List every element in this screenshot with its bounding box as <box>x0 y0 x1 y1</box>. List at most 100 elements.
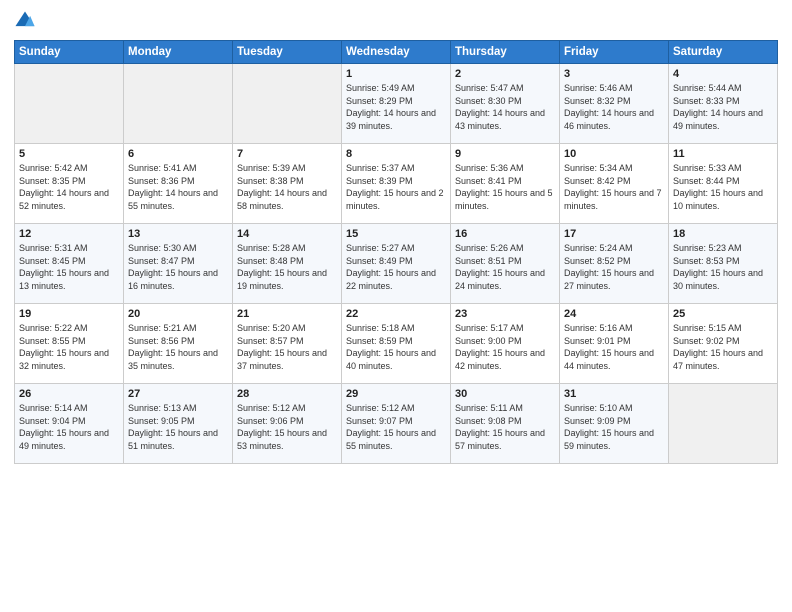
calendar-table: SundayMondayTuesdayWednesdayThursdayFrid… <box>14 40 778 464</box>
calendar-cell: 19 Sunrise: 5:22 AMSunset: 8:55 PMDayligh… <box>15 304 124 384</box>
day-number: 24 <box>564 308 664 320</box>
day-number: 2 <box>455 68 555 80</box>
day-number: 14 <box>237 228 337 240</box>
day-info: Sunrise: 5:23 AMSunset: 8:53 PMDaylight:… <box>673 242 773 292</box>
calendar-cell: 7 Sunrise: 5:39 AMSunset: 8:38 PMDaylight… <box>233 144 342 224</box>
calendar-cell: 26Sunrise: 5:14 AMSunset: 9:04 PMDayligh… <box>15 384 124 464</box>
calendar-cell: 2 Sunrise: 5:47 AMSunset: 8:30 PMDaylight… <box>451 64 560 144</box>
day-number: 13 <box>128 228 228 240</box>
week-row: 26Sunrise: 5:14 AMSunset: 9:04 PMDayligh… <box>15 384 778 464</box>
calendar-cell: 6Sunrise: 5:41 AMSunset: 8:36 PMDaylight… <box>124 144 233 224</box>
day-number: 5 <box>19 148 119 160</box>
day-info: Sunrise: 5:27 AMSunset: 8:49 PMDaylight:… <box>346 242 446 292</box>
day-number: 4 <box>673 68 773 80</box>
calendar-cell: 15 Sunrise: 5:27 AMSunset: 8:49 PMDayligh… <box>342 224 451 304</box>
calendar-cell: 1 Sunrise: 5:49 AMSunset: 8:29 PMDaylight… <box>342 64 451 144</box>
calendar-cell <box>15 64 124 144</box>
calendar-cell: 30 Sunrise: 5:11 AMSunset: 9:08 PMDayligh… <box>451 384 560 464</box>
week-row: 5Sunrise: 5:42 AMSunset: 8:35 PMDaylight… <box>15 144 778 224</box>
day-number: 30 <box>455 388 555 400</box>
calendar-cell: 14 Sunrise: 5:28 AMSunset: 8:48 PMDayligh… <box>233 224 342 304</box>
day-number: 11 <box>673 148 773 160</box>
calendar-cell: 31Sunrise: 5:10 AMSunset: 9:09 PMDayligh… <box>560 384 669 464</box>
day-info: Sunrise: 5:20 AMSunset: 8:57 PMDaylight:… <box>237 322 337 372</box>
day-number: 17 <box>564 228 664 240</box>
calendar-cell: 13 Sunrise: 5:30 AMSunset: 8:47 PMDayligh… <box>124 224 233 304</box>
day-info: Sunrise: 5:12 AMSunset: 9:07 PMDaylight:… <box>346 402 446 452</box>
day-number: 21 <box>237 308 337 320</box>
calendar-cell: 9Sunrise: 5:36 AMSunset: 8:41 PMDaylight… <box>451 144 560 224</box>
day-info: Sunrise: 5:47 AMSunset: 8:30 PMDaylight:… <box>455 82 555 132</box>
day-number: 20 <box>128 308 228 320</box>
day-number: 28 <box>237 388 337 400</box>
day-info: Sunrise: 5:30 AMSunset: 8:47 PMDaylight:… <box>128 242 228 292</box>
day-info: Sunrise: 5:28 AMSunset: 8:48 PMDaylight:… <box>237 242 337 292</box>
day-number: 1 <box>346 68 446 80</box>
day-number: 3 <box>564 68 664 80</box>
calendar-cell: 18 Sunrise: 5:23 AMSunset: 8:53 PMDayligh… <box>669 224 778 304</box>
day-info: Sunrise: 5:21 AMSunset: 8:56 PMDaylight:… <box>128 322 228 372</box>
weekday-header: Tuesday <box>233 41 342 64</box>
weekday-header: Monday <box>124 41 233 64</box>
day-number: 7 <box>237 148 337 160</box>
day-info: Sunrise: 5:15 AMSunset: 9:02 PMDaylight:… <box>673 322 773 372</box>
calendar-cell: 21 Sunrise: 5:20 AMSunset: 8:57 PMDayligh… <box>233 304 342 384</box>
day-number: 18 <box>673 228 773 240</box>
header-row: SundayMondayTuesdayWednesdayThursdayFrid… <box>15 41 778 64</box>
calendar-cell: 28 Sunrise: 5:12 AMSunset: 9:06 PMDayligh… <box>233 384 342 464</box>
calendar-cell: 29Sunrise: 5:12 AMSunset: 9:07 PMDayligh… <box>342 384 451 464</box>
calendar-cell: 24 Sunrise: 5:16 AMSunset: 9:01 PMDayligh… <box>560 304 669 384</box>
day-number: 10 <box>564 148 664 160</box>
calendar-cell: 11 Sunrise: 5:33 AMSunset: 8:44 PMDayligh… <box>669 144 778 224</box>
weekday-header: Saturday <box>669 41 778 64</box>
day-info: Sunrise: 5:13 AMSunset: 9:05 PMDaylight:… <box>128 402 228 452</box>
day-number: 25 <box>673 308 773 320</box>
calendar-cell: 4 Sunrise: 5:44 AMSunset: 8:33 PMDaylight… <box>669 64 778 144</box>
day-number: 23 <box>455 308 555 320</box>
calendar-cell: 12 Sunrise: 5:31 AMSunset: 8:45 PMDayligh… <box>15 224 124 304</box>
day-info: Sunrise: 5:37 AMSunset: 8:39 PMDaylight:… <box>346 162 446 212</box>
day-number: 8 <box>346 148 446 160</box>
header <box>14 10 778 32</box>
day-number: 27 <box>128 388 228 400</box>
calendar-cell: 16 Sunrise: 5:26 AMSunset: 8:51 PMDayligh… <box>451 224 560 304</box>
day-info: Sunrise: 5:34 AMSunset: 8:42 PMDaylight:… <box>564 162 664 212</box>
day-info: Sunrise: 5:26 AMSunset: 8:51 PMDaylight:… <box>455 242 555 292</box>
day-info: Sunrise: 5:11 AMSunset: 9:08 PMDaylight:… <box>455 402 555 452</box>
calendar-cell: 23 Sunrise: 5:17 AMSunset: 9:00 PMDayligh… <box>451 304 560 384</box>
calendar-cell: 3 Sunrise: 5:46 AMSunset: 8:32 PMDaylight… <box>560 64 669 144</box>
page: SundayMondayTuesdayWednesdayThursdayFrid… <box>0 0 792 612</box>
day-info: Sunrise: 5:46 AMSunset: 8:32 PMDaylight:… <box>564 82 664 132</box>
calendar-cell: 27 Sunrise: 5:13 AMSunset: 9:05 PMDayligh… <box>124 384 233 464</box>
day-number: 31 <box>564 388 664 400</box>
calendar-cell: 5Sunrise: 5:42 AMSunset: 8:35 PMDaylight… <box>15 144 124 224</box>
day-info: Sunrise: 5:22 AMSunset: 8:55 PMDaylight:… <box>19 322 119 372</box>
day-number: 16 <box>455 228 555 240</box>
weekday-header: Wednesday <box>342 41 451 64</box>
day-info: Sunrise: 5:33 AMSunset: 8:44 PMDaylight:… <box>673 162 773 212</box>
day-number: 12 <box>19 228 119 240</box>
week-row: 19 Sunrise: 5:22 AMSunset: 8:55 PMDayligh… <box>15 304 778 384</box>
day-info: Sunrise: 5:18 AMSunset: 8:59 PMDaylight:… <box>346 322 446 372</box>
day-info: Sunrise: 5:36 AMSunset: 8:41 PMDaylight:… <box>455 162 555 212</box>
logo-icon <box>14 10 36 32</box>
day-info: Sunrise: 5:49 AMSunset: 8:29 PMDaylight:… <box>346 82 446 132</box>
calendar-cell: 8 Sunrise: 5:37 AMSunset: 8:39 PMDaylight… <box>342 144 451 224</box>
week-row: 1 Sunrise: 5:49 AMSunset: 8:29 PMDaylight… <box>15 64 778 144</box>
day-info: Sunrise: 5:44 AMSunset: 8:33 PMDaylight:… <box>673 82 773 132</box>
day-info: Sunrise: 5:31 AMSunset: 8:45 PMDaylight:… <box>19 242 119 292</box>
day-info: Sunrise: 5:24 AMSunset: 8:52 PMDaylight:… <box>564 242 664 292</box>
week-row: 12 Sunrise: 5:31 AMSunset: 8:45 PMDayligh… <box>15 224 778 304</box>
day-info: Sunrise: 5:17 AMSunset: 9:00 PMDaylight:… <box>455 322 555 372</box>
day-info: Sunrise: 5:16 AMSunset: 9:01 PMDaylight:… <box>564 322 664 372</box>
logo <box>14 10 40 32</box>
weekday-header: Friday <box>560 41 669 64</box>
day-info: Sunrise: 5:12 AMSunset: 9:06 PMDaylight:… <box>237 402 337 452</box>
weekday-header: Thursday <box>451 41 560 64</box>
day-number: 19 <box>19 308 119 320</box>
day-info: Sunrise: 5:39 AMSunset: 8:38 PMDaylight:… <box>237 162 337 212</box>
day-number: 6 <box>128 148 228 160</box>
calendar-cell <box>124 64 233 144</box>
day-number: 15 <box>346 228 446 240</box>
calendar-cell <box>233 64 342 144</box>
